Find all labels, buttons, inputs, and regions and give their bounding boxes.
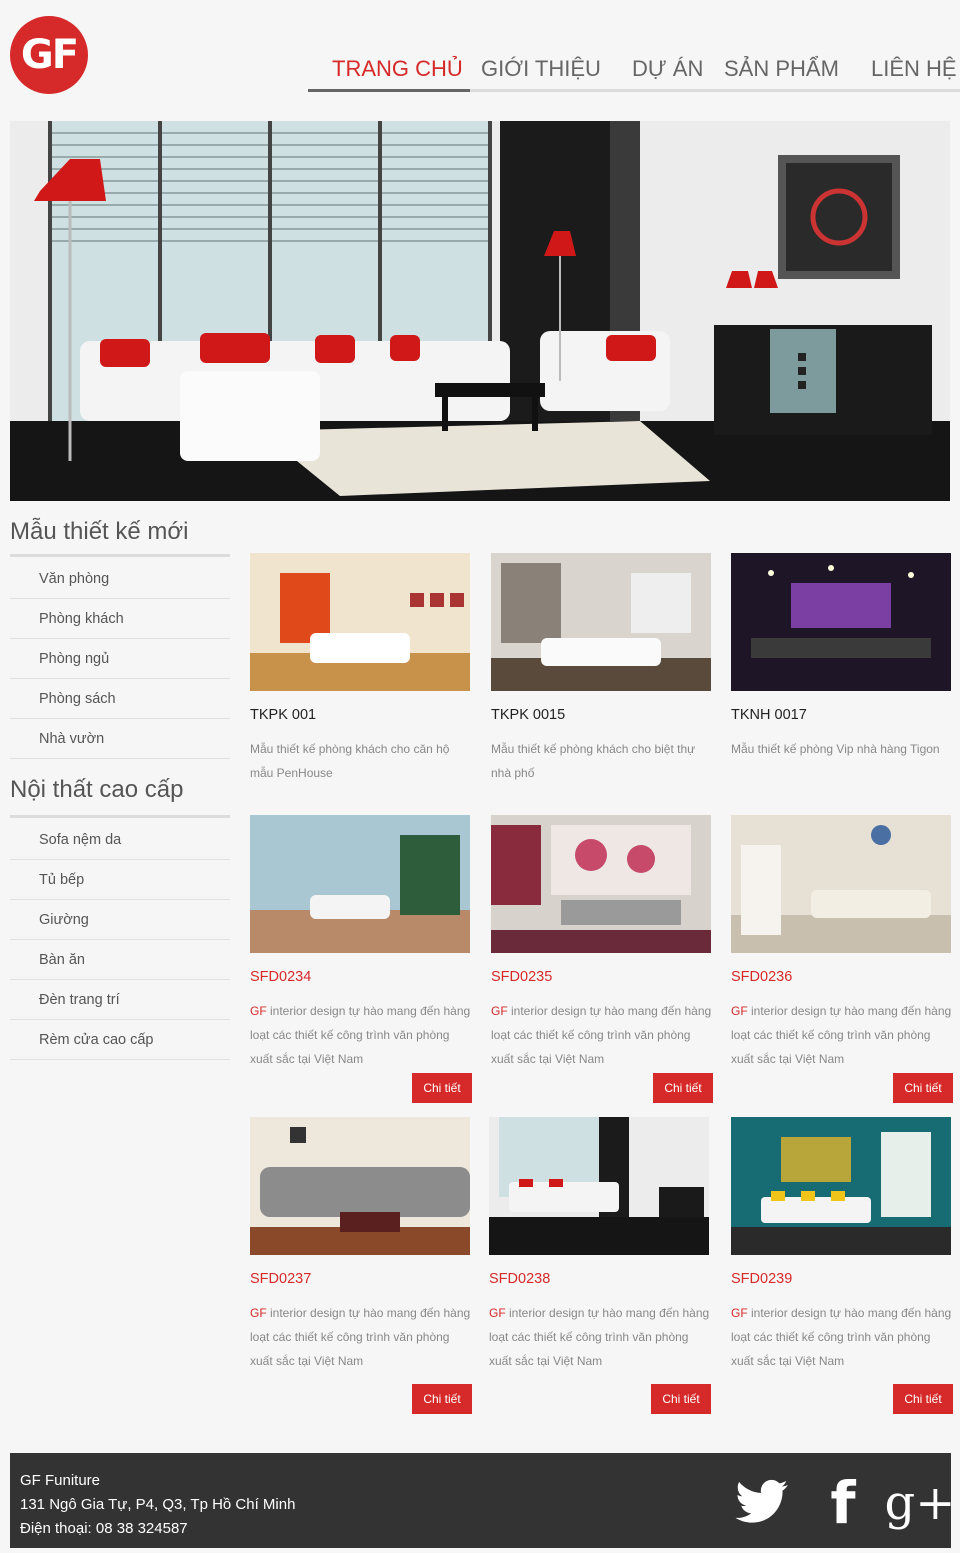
nav-item-products[interactable]: SẢN PHẨM (724, 56, 839, 92)
product-description-text: interior design tự hào mang đến hàng loạ… (731, 1306, 952, 1368)
sidebar-item-premium-curtains[interactable]: Rèm cửa cao cấp (10, 1020, 230, 1060)
product-code[interactable]: SFD0234 (250, 969, 472, 985)
brand-highlight: GF (250, 1306, 267, 1320)
google-plus-icon[interactable]: g+ (885, 1475, 956, 1531)
design-thumbnail[interactable] (491, 553, 711, 691)
sidebar-item-dining-table[interactable]: Bàn ăn (10, 940, 230, 980)
sidebar-list-premium-furniture: Sofa nệm da Tủ bếp Giường Bàn ăn Đèn tra… (10, 820, 230, 1060)
product-description: GF interior design tự hào mang đến hàng … (489, 1301, 711, 1373)
product-code[interactable]: SFD0236 (731, 969, 953, 985)
facebook-icon[interactable]: f (820, 1469, 866, 1537)
product-thumbnail[interactable] (731, 815, 951, 953)
footer-contact-info: GF Funiture 131 Ngô Gia Tự, P4, Q3, Tp H… (20, 1469, 295, 1541)
product-code[interactable]: SFD0239 (731, 1271, 953, 1287)
hero-image (10, 121, 950, 501)
logo[interactable]: GF (10, 16, 88, 94)
detail-button[interactable]: Chi tiết (653, 1073, 713, 1103)
sidebar-item-office[interactable]: Văn phòng (10, 559, 230, 599)
detail-button[interactable]: Chi tiết (412, 1073, 472, 1103)
footer: GF Funiture 131 Ngô Gia Tự, P4, Q3, Tp H… (10, 1453, 956, 1548)
design-card: TKNH 0017 Mẫu thiết kế phòng Vip nhà hàn… (731, 553, 953, 761)
design-description: Mẫu thiết kế phòng khách cho biệt thự nh… (491, 742, 696, 780)
product-description-text: interior design tự hào mang đến hàng loạ… (250, 1004, 471, 1066)
product-card: SFD0237 GF interior design tự hào mang đ… (250, 1117, 472, 1414)
sidebar-item-leather-sofa[interactable]: Sofa nệm da (10, 820, 230, 860)
main-nav: TRANG CHỦ GIỚI THIỆU DỰ ÁN SẢN PHẨM LIÊN… (308, 56, 960, 92)
sidebar-item-decor-lamp[interactable]: Đèn trang trí (10, 980, 230, 1020)
company-address: 131 Ngô Gia Tự, P4, Q3, Tp Hồ Chí Minh (20, 1496, 296, 1513)
company-name: GF Funiture (20, 1472, 101, 1489)
sidebar-title-new-designs: Mẫu thiết kế mới (10, 518, 189, 545)
product-description-text: interior design tự hào mang đến hàng loạ… (731, 1004, 952, 1066)
product-description-text: interior design tự hào mang đến hàng loạ… (250, 1306, 471, 1368)
design-code[interactable]: TKPK 001 (250, 707, 472, 723)
sidebar-item-bed[interactable]: Giường (10, 900, 230, 940)
product-code[interactable]: SFD0237 (250, 1271, 472, 1287)
product-thumbnail[interactable] (489, 1117, 709, 1255)
product-card: SFD0239 GF interior design tự hào mang đ… (731, 1117, 953, 1414)
product-thumbnail[interactable] (250, 815, 470, 953)
product-card: SFD0238 GF interior design tự hào mang đ… (489, 1117, 711, 1414)
product-description: GF interior design tự hào mang đến hàng … (731, 999, 953, 1071)
design-card: TKPK 001 Mẫu thiết kế phòng khách cho că… (250, 553, 472, 785)
nav-active-indicator (308, 89, 470, 92)
sidebar-list-new-designs: Văn phòng Phòng khách Phòng ngủ Phòng sá… (10, 559, 230, 759)
design-thumbnail[interactable] (250, 553, 470, 691)
nav-item-about[interactable]: GIỚI THIỆU (481, 56, 601, 92)
detail-button[interactable]: Chi tiết (412, 1384, 472, 1414)
brand-highlight: GF (489, 1306, 506, 1320)
product-description: GF interior design tự hào mang đến hàng … (250, 999, 472, 1071)
product-thumbnail[interactable] (491, 815, 711, 953)
product-thumbnail[interactable] (731, 1117, 951, 1255)
sidebar-item-living-room[interactable]: Phòng khách (10, 599, 230, 639)
brand-highlight: GF (731, 1004, 748, 1018)
product-code[interactable]: SFD0238 (489, 1271, 711, 1287)
product-description-text: interior design tự hào mang đến hàng loạ… (489, 1306, 710, 1368)
company-phone: Điện thoại: 08 38 324587 (20, 1520, 188, 1537)
product-card: SFD0234 GF interior design tự hào mang đ… (250, 815, 472, 1103)
sidebar-item-bedroom[interactable]: Phòng ngủ (10, 639, 230, 679)
product-description: GF interior design tự hào mang đến hàng … (731, 1301, 953, 1373)
brand-highlight: GF (491, 1004, 508, 1018)
nav-item-contact[interactable]: LIÊN HỆ (871, 56, 957, 92)
sidebar-title-premium-furniture: Nội thất cao cấp (10, 776, 184, 803)
product-code[interactable]: SFD0235 (491, 969, 713, 985)
detail-button[interactable]: Chi tiết (893, 1073, 953, 1103)
design-code[interactable]: TKPK 0015 (491, 707, 713, 723)
design-code[interactable]: TKNH 0017 (731, 707, 953, 723)
brand-highlight: GF (731, 1306, 748, 1320)
product-card: SFD0236 GF interior design tự hào mang đ… (731, 815, 953, 1103)
design-description: Mẫu thiết kế phòng khách cho căn hộ mẫu … (250, 742, 450, 780)
sidebar-divider (10, 815, 230, 818)
detail-button[interactable]: Chi tiết (651, 1384, 711, 1414)
design-card: TKPK 0015 Mẫu thiết kế phòng khách cho b… (491, 553, 713, 785)
sidebar-item-kitchen-cabinet[interactable]: Tủ bếp (10, 860, 230, 900)
product-description: GF interior design tự hào mang đến hàng … (491, 999, 713, 1071)
sidebar-item-library[interactable]: Phòng sách (10, 679, 230, 719)
design-thumbnail[interactable] (731, 553, 951, 691)
product-description-text: interior design tự hào mang đến hàng loạ… (491, 1004, 712, 1066)
nav-item-projects[interactable]: DỰ ÁN (632, 56, 703, 92)
page: GF TRANG CHỦ GIỚI THIỆU DỰ ÁN SẢN PHẨM L… (0, 0, 960, 1553)
sidebar-divider (10, 554, 230, 557)
logo-text: GF (20, 32, 79, 78)
product-card: SFD0235 GF interior design tự hào mang đ… (491, 815, 713, 1103)
design-description: Mẫu thiết kế phòng Vip nhà hàng Tigon (731, 742, 940, 756)
brand-highlight: GF (250, 1004, 267, 1018)
detail-button[interactable]: Chi tiết (893, 1384, 953, 1414)
sidebar-item-garden-house[interactable]: Nhà vườn (10, 719, 230, 759)
product-thumbnail[interactable] (250, 1117, 470, 1255)
product-description: GF interior design tự hào mang đến hàng … (250, 1301, 472, 1373)
twitter-icon[interactable] (732, 1475, 792, 1531)
nav-item-home[interactable]: TRANG CHỦ (332, 56, 463, 92)
